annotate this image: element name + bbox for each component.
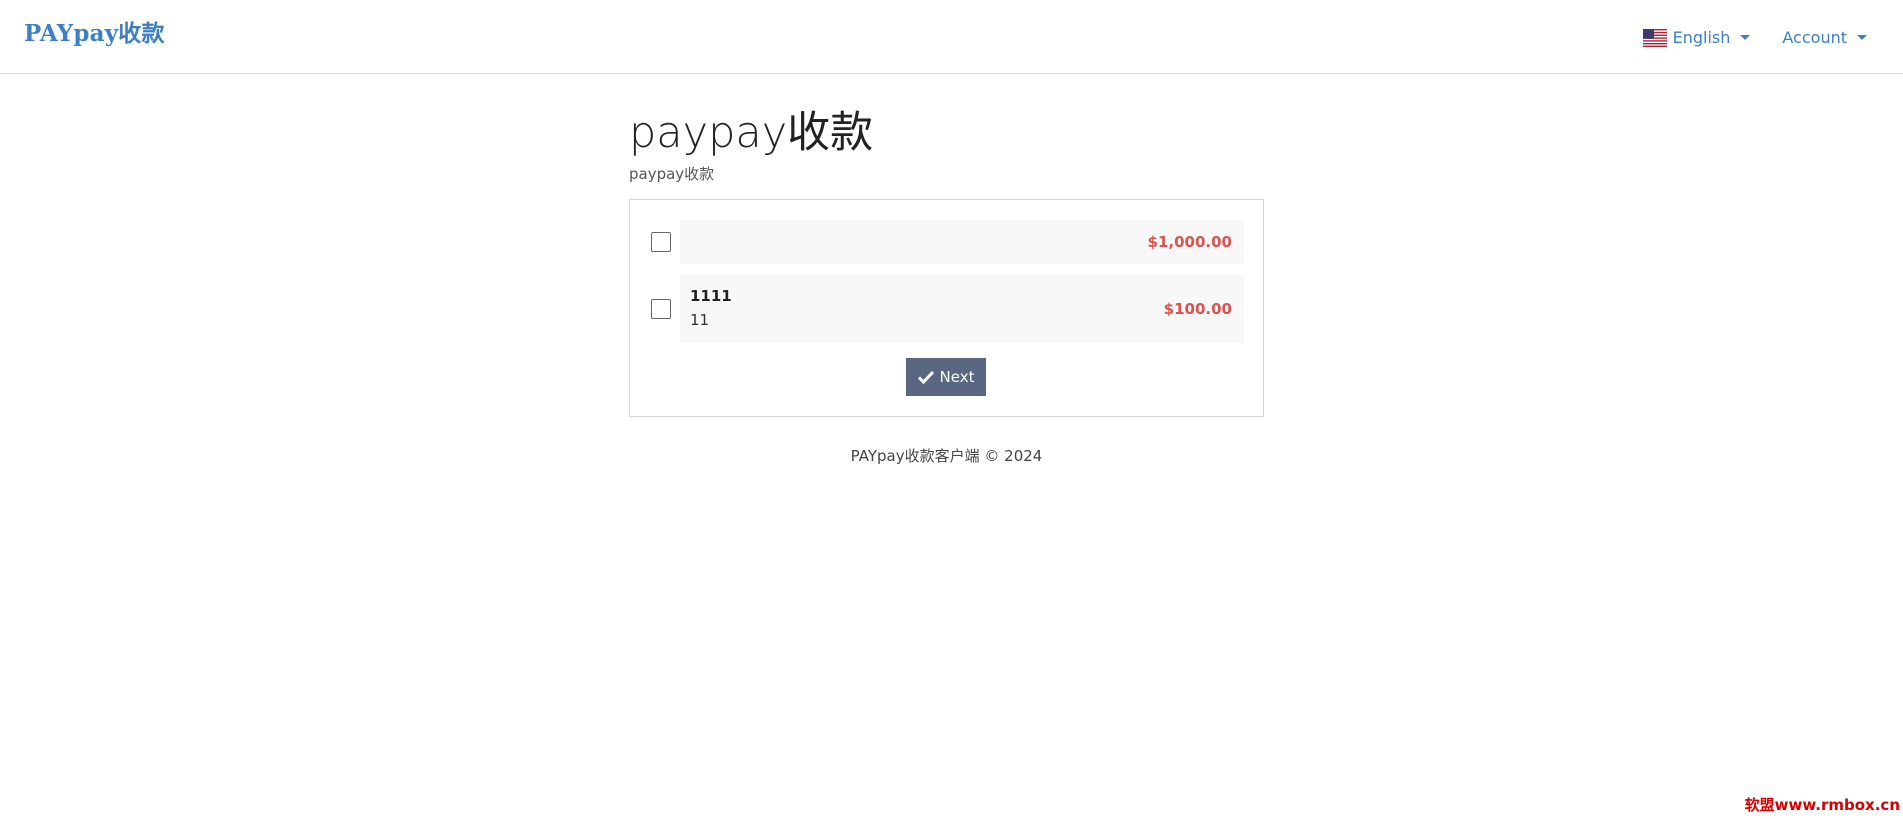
account-label: Account [1782, 28, 1847, 47]
page-subtitle: paypay收款 [629, 165, 715, 184]
option-box[interactable]: 1111 11 $100.00 [680, 275, 1244, 344]
option-amount: $1,000.00 [1147, 233, 1232, 252]
top-navbar: PAYpay收款 English Account [0, 0, 1903, 74]
list-item: 1111 11 $100.00 [650, 275, 1244, 344]
language-label: English [1672, 28, 1731, 47]
watermark: 软盟www.rmbox.cn [1744, 796, 1900, 814]
check-icon [917, 371, 934, 385]
main-content: paypay收款 paypay收款 $1,000.00 1111 11 $100… [629, 108, 1264, 418]
option-amount: $100.00 [1163, 300, 1232, 319]
list-item: $1,000.00 [650, 220, 1244, 265]
chevron-down-icon [1857, 35, 1867, 40]
account-dropdown[interactable]: Account [1782, 28, 1867, 47]
page-title: paypay收款 [629, 108, 874, 158]
chevron-down-icon [1740, 35, 1751, 40]
nav-right: English Account [1642, 28, 1867, 47]
option-checkbox[interactable] [651, 232, 671, 253]
next-button[interactable]: Next [906, 358, 986, 397]
option-description: 11 [690, 311, 710, 330]
payment-options-card: $1,000.00 1111 11 $100.00 Next [629, 199, 1264, 418]
brand-logo[interactable]: PAYpay收款 [24, 14, 165, 48]
option-checkbox[interactable] [651, 299, 671, 320]
next-button-label: Next [939, 368, 975, 387]
us-flag-icon [1642, 28, 1667, 47]
language-dropdown[interactable]: English [1642, 28, 1751, 47]
footer-text: PAYpay收款客户端 © 2024 [850, 447, 1043, 465]
option-name: 1111 [690, 287, 732, 306]
option-box[interactable]: $1,000.00 [680, 220, 1244, 265]
